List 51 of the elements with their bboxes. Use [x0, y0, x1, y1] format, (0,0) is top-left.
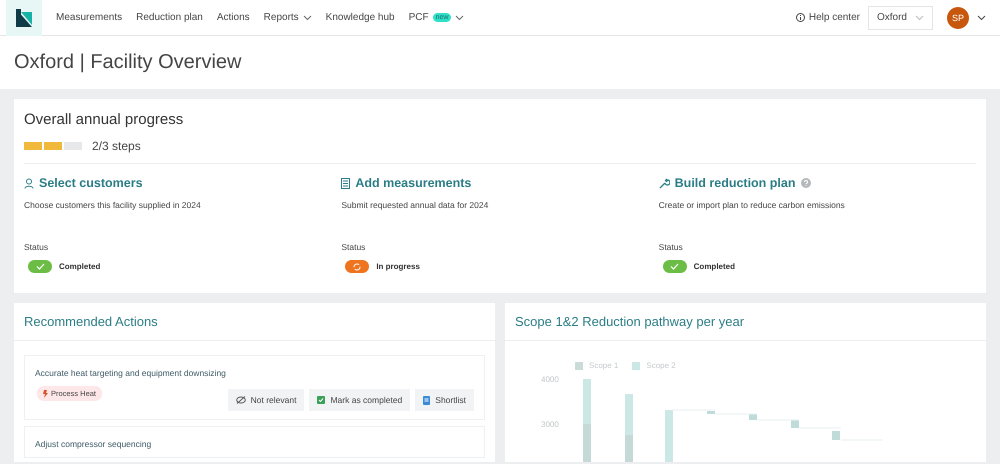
chevron-down-icon — [915, 14, 924, 20]
refresh-icon — [353, 262, 362, 270]
axis-tick-label: 3000 — [541, 420, 559, 429]
steps-count: 2/3 steps — [92, 139, 141, 153]
logo-icon[interactable] — [6, 0, 42, 36]
task-description: Submit requested annual data for 2024 — [341, 200, 490, 210]
status-text: Completed — [694, 262, 735, 271]
panel-title: Recommended Actions — [14, 303, 495, 341]
task-description: Choose customers this facility supplied in 2024 — [24, 200, 202, 210]
nav-link[interactable]: Knowledge hub — [326, 12, 395, 23]
check-icon — [670, 263, 680, 270]
status-label: Status — [24, 242, 48, 252]
nav-link[interactable]: Actions — [216, 12, 250, 23]
task-description: Create or import plan to reduce carbon emissions — [658, 200, 846, 210]
page-title: Oxford | Facility Overview — [14, 51, 242, 74]
action-button[interactable]: Not relevant — [228, 389, 304, 411]
legend-label: Scope 2 — [646, 361, 676, 370]
panel-title: Scope 1&2 Reduction pathway per year — [505, 303, 986, 341]
chart-bar — [707, 411, 715, 414]
person-icon — [24, 178, 34, 188]
chart-bar — [832, 431, 840, 440]
task-title[interactable]: Build reduction plan — [674, 176, 796, 190]
check-icon — [36, 263, 44, 270]
task-title[interactable]: Add measurements — [355, 176, 472, 190]
info-icon — [796, 13, 805, 22]
bolt-icon — [43, 390, 48, 398]
calendar-check-icon — [317, 396, 326, 404]
task-title[interactable]: Select customers — [39, 176, 143, 190]
book-icon — [341, 178, 350, 188]
action-button[interactable]: Mark as completed — [309, 389, 410, 411]
status-text: Completed — [59, 262, 100, 271]
action-title: Adjust compressor sequencing — [35, 439, 152, 449]
legend-label: Scope 1 — [589, 361, 618, 370]
action-title: Accurate heat targeting and equipment downsizing — [35, 368, 227, 378]
eye-slash-icon — [236, 396, 246, 404]
status-label: Status — [658, 242, 683, 252]
status-text: In progress — [376, 262, 420, 271]
action-button[interactable]: Shortlist — [415, 389, 474, 411]
list-icon — [423, 396, 430, 404]
user-avatar[interactable]: SP — [947, 6, 969, 28]
chevron-down-icon — [977, 14, 986, 20]
nav-link[interactable]: Reduction plan — [136, 12, 203, 23]
card-title: Overall annual progress — [24, 111, 184, 128]
axis-tick-label: 4000 — [541, 375, 559, 384]
chart-bar — [665, 410, 673, 462]
status-label: Status — [341, 242, 366, 252]
nav-link[interactable]: Reports — [264, 12, 312, 23]
location-dropdown[interactable]: Oxford — [868, 6, 933, 30]
wrench-icon — [658, 178, 670, 188]
nav-link[interactable]: Measurements — [56, 12, 122, 23]
help-center-link[interactable]: Help center — [796, 12, 860, 23]
